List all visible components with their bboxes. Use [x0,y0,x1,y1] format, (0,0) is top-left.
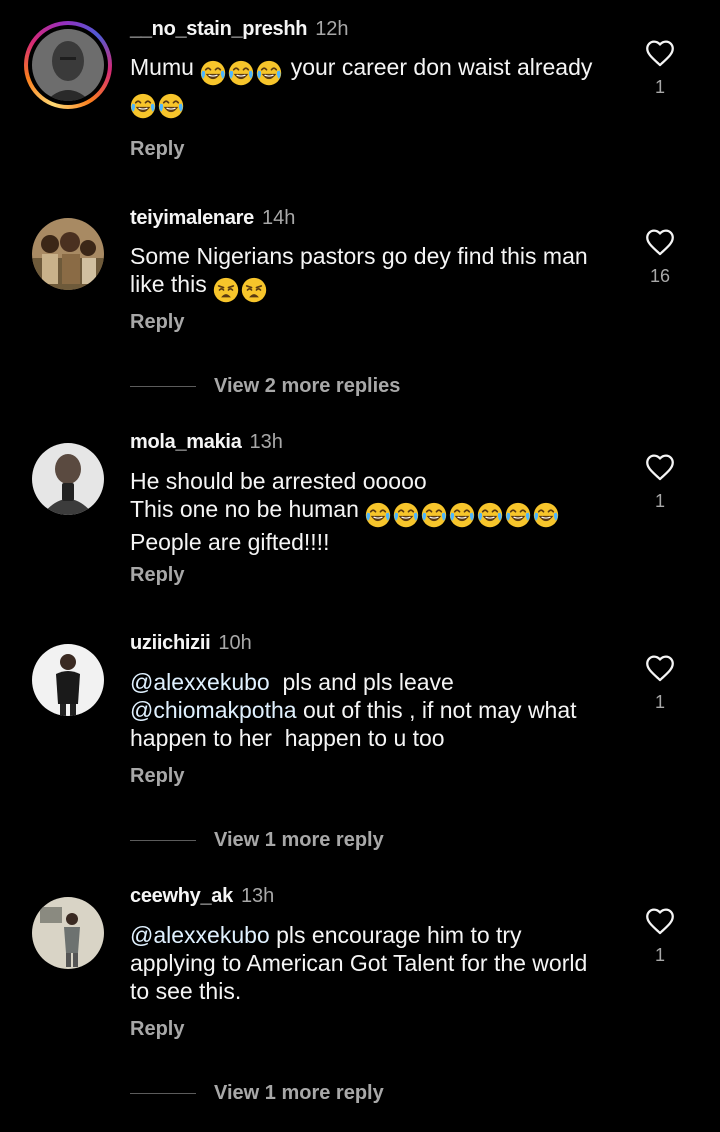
comment-timestamp: 13h [240,885,275,907]
like-count: 1 [654,945,665,965]
like-control: 1 [636,450,684,512]
weary-face-emoji [213,277,239,303]
comment-timestamp: 14h [261,207,296,229]
weary-face-emoji [241,277,267,303]
like-count: 1 [654,77,665,97]
heart-outline-icon[interactable] [643,450,677,484]
view-more-replies[interactable]: View 1 more reply [130,1081,384,1105]
face-with-tears-of-joy-emoji [256,60,282,86]
face-with-tears-of-joy-emoji [200,60,226,86]
comment-username[interactable]: mola_makia [130,431,242,453]
like-control: 16 [636,225,684,287]
reply-button[interactable]: Reply [130,137,184,161]
comment-username[interactable]: teiyimalenare [130,207,254,229]
heart-outline-icon[interactable] [643,904,677,938]
face-with-tears-of-joy-emoji [533,502,559,528]
face-with-tears-of-joy-emoji [365,502,391,528]
avatar[interactable] [32,29,104,101]
avatar[interactable] [32,443,104,515]
avatar[interactable] [32,218,104,290]
comment-timestamp: 10h [218,632,252,654]
face-with-tears-of-joy-emoji [393,502,419,528]
comment-timestamp: 13h [249,431,283,453]
like-count: 1 [654,491,665,511]
heart-outline-icon[interactable] [643,36,677,70]
avatar[interactable] [32,644,104,716]
face-with-tears-of-joy-emoji [449,502,475,528]
reply-button[interactable]: Reply [130,310,184,334]
avatar[interactable] [32,897,104,969]
comment-text: @alexxekubo pls encourage him to try app… [130,922,588,1004]
face-with-tears-of-joy-emoji [421,502,447,528]
view-more-replies[interactable]: View 2 more replies [130,374,400,398]
reply-button[interactable]: Reply [130,764,184,788]
heart-outline-icon[interactable] [643,225,677,259]
like-control: 1 [636,651,684,713]
like-count: 16 [649,266,671,286]
comment-username[interactable]: uziichizii [130,632,211,654]
reply-button[interactable]: Reply [130,1017,184,1041]
comment-username[interactable]: ceewhy_ak [130,885,233,907]
mention-link[interactable]: @alexxekubo [130,669,270,695]
like-control: 1 [636,36,684,98]
comment-text: Mumu your career don waist already [130,53,630,119]
comment-text: @alexxekubo pls and pls leave @chiomakpo… [130,669,577,751]
comment-timestamp: 12h [315,18,349,40]
face-with-tears-of-joy-emoji [130,93,156,119]
face-with-tears-of-joy-emoji [228,60,254,86]
like-count: 1 [654,692,665,712]
reply-button[interactable]: Reply [130,563,184,587]
mention-link[interactable]: @alexxekubo [130,922,270,948]
comment-username[interactable]: __no_stain_preshh [130,18,307,40]
face-with-tears-of-joy-emoji [505,502,531,528]
story-ring[interactable] [24,21,112,109]
divider [130,1092,196,1094]
divider [130,839,196,841]
face-with-tears-of-joy-emoji [158,93,184,119]
comment-text: Some Nigerians pastors go dey find this … [130,242,630,303]
mention-link[interactable]: @chiomakpotha [130,697,297,723]
comment-text: He should be arrested ooooo This one no … [130,467,630,556]
face-with-tears-of-joy-emoji [477,502,503,528]
view-more-replies[interactable]: View 1 more reply [130,828,384,852]
like-control: 1 [636,904,684,966]
divider [130,385,196,387]
heart-outline-icon[interactable] [643,651,677,685]
